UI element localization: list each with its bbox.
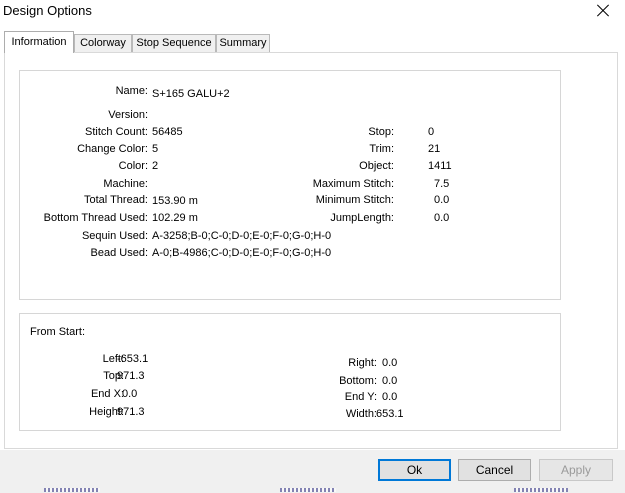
max-stitch-label: Maximum Stitch: [312,178,394,190]
object-value: 1411 [428,160,452,172]
version-label: Version: [108,109,148,121]
change-color-value: 5 [152,143,159,155]
ok-button[interactable]: Ok [378,459,451,481]
sequin-value: A-3258;B-0;C-0;D-0;E-0;F-0;G-0;H-0 [152,230,332,242]
width-label: Width: [345,408,377,420]
max-stitch-value: 7.5 [434,178,450,190]
title-bar: Design Options [0,0,625,26]
cancel-button[interactable]: Cancel [458,459,531,481]
tab-stop-sequence[interactable]: Stop Sequence [132,34,216,52]
sequin-label: Sequin Used: [81,230,148,242]
tab-colorway[interactable]: Colorway [74,34,132,52]
button-bar: Ok Cancel Apply [0,450,625,493]
machine-label: Machine: [103,178,148,190]
color-value: 2 [152,160,159,172]
right-label: Right: [348,357,377,369]
stitch-count-label: Stitch Count: [85,126,148,138]
design-info-group: Name: Version: Stitch Count: Change Colo… [19,70,561,300]
apply-button[interactable]: Apply [539,459,613,481]
min-stitch-value: 0.0 [434,194,450,206]
close-icon[interactable] [593,0,615,22]
endx-value: 0.0 [122,388,138,400]
height-value: 971.3 [117,406,145,418]
total-thread-label: Total Thread: [83,194,148,206]
stop-label: Stop: [368,126,394,138]
bottom-thread-value: 102.29 m [152,212,198,224]
min-stitch-label: Minimum Stitch: [315,194,394,206]
trim-label: Trim: [369,143,394,155]
right-value: 0.0 [382,357,398,369]
from-start-group: From Start: Left: Top: End X: Height: -6… [19,313,561,431]
endy-label: End Y: [344,391,377,403]
tab-summary[interactable]: Summary [216,34,270,52]
change-color-label: Change Color: [77,143,148,155]
bottom-value: 0.0 [382,375,398,387]
color-label: Color: [118,160,148,172]
background-artifact [44,488,100,492]
name-label: Name: [115,85,148,97]
endy-value: 0.0 [382,391,398,403]
bead-value: A-0;B-4986;C-0;D-0;E-0;F-0;G-0;H-0 [152,247,332,259]
bead-label: Bead Used: [90,247,148,259]
tab-information[interactable]: Information [4,31,74,53]
jump-length-value: 0.0 [434,212,450,224]
jump-length-label: JumpLength: [330,212,394,224]
background-artifact [514,488,568,492]
left-value: -653.1 [117,353,149,365]
top-value: 971.3 [117,370,145,382]
bottom-label: Bottom: [339,375,377,387]
from-start-title: From Start: [30,326,86,338]
stitch-count-value: 56485 [152,126,183,138]
background-artifact [280,488,336,492]
object-label: Object: [359,160,394,172]
total-thread-value: 153.90 m [152,195,198,207]
trim-value: 21 [428,143,441,155]
window-title: Design Options [3,3,92,18]
name-value: S+165 GALU+2 [152,88,230,100]
bottom-thread-label: Bottom Thread Used: [43,212,148,224]
endx-label: End X: [90,388,124,400]
width-value: 653.1 [376,408,404,420]
stop-value: 0 [428,126,435,138]
